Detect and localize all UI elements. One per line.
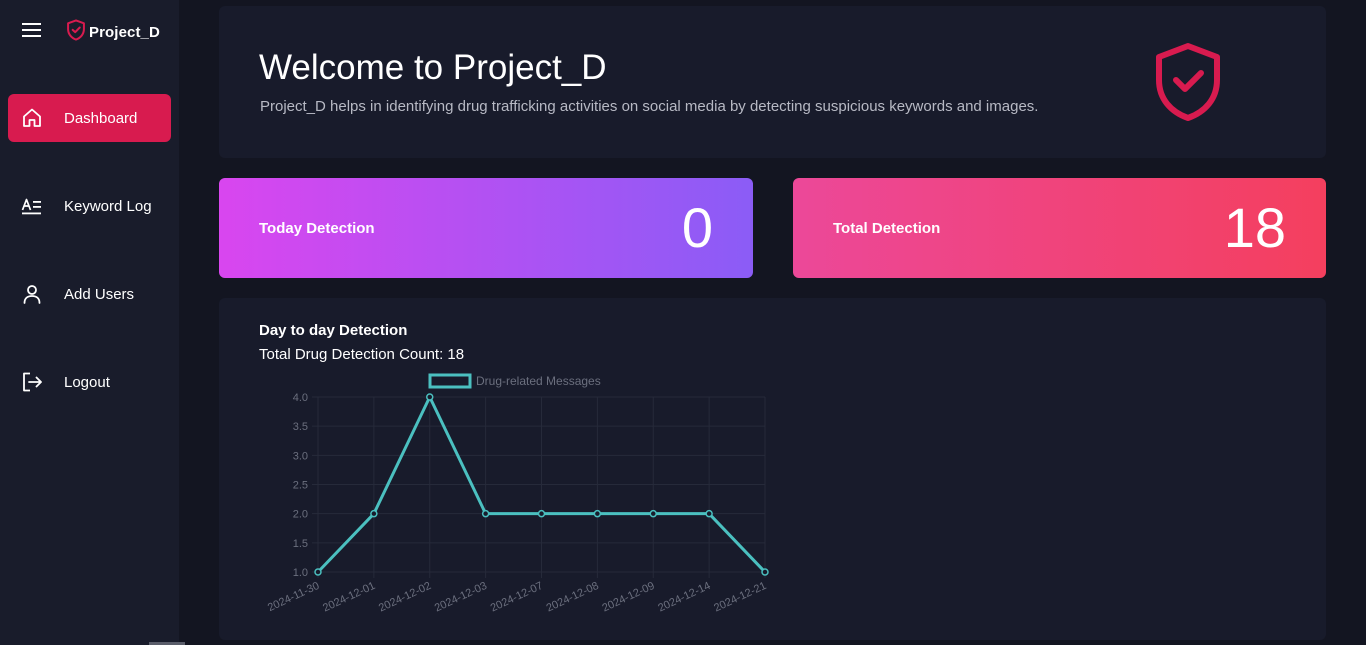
sidebar-item-label: Logout (64, 373, 110, 391)
welcome-card: Welcome to Project_D Project_D helps in … (219, 6, 1326, 158)
data-point (705, 509, 713, 518)
legend-label: Drug-related Messages (476, 374, 601, 388)
y-tick-label: 2.5 (293, 480, 308, 492)
x-tick-label: 2024-12-14 (656, 580, 712, 615)
logout-icon (20, 370, 44, 394)
today-detection-card: Today Detection 0 (219, 178, 753, 278)
legend-swatch (428, 373, 472, 389)
x-tick-label: 2024-12-03 (433, 580, 489, 615)
welcome-description: Project_D helps in identifying drug traf… (260, 98, 1039, 115)
user-icon (20, 282, 44, 306)
y-tick-label: 1.0 (293, 567, 308, 579)
data-point (370, 509, 378, 518)
sidebar-item-dashboard[interactable]: Dashboard (8, 94, 171, 142)
x-tick-label: 2024-12-08 (545, 580, 601, 615)
sidebar-item-label: Add Users (64, 285, 135, 303)
shield-check-icon (1154, 42, 1222, 122)
page-title: Welcome to Project_D (259, 48, 607, 87)
hamburger-menu-icon[interactable] (22, 21, 42, 39)
home-icon (20, 106, 44, 130)
sidebar: Project_D Dashboard Keyword Log Add User… (0, 0, 185, 645)
sidebar-item-label: Keyword Log (64, 197, 152, 215)
data-point (314, 568, 322, 576)
data-point (649, 509, 657, 518)
x-tick-label: 2024-12-07 (489, 580, 545, 615)
chart-card: Day to day Detection Total Drug Detectio… (219, 298, 1326, 640)
sidebar-item-label: Dashboard (64, 109, 138, 127)
y-tick-label: 4.0 (293, 392, 308, 404)
today-detection-value: 0 (681, 196, 713, 259)
text-lines-icon (20, 194, 44, 218)
x-tick-label: 2024-12-09 (600, 580, 656, 615)
sidebar-item-add-users[interactable]: Add Users (8, 270, 171, 318)
y-tick-label: 2.0 (293, 509, 308, 521)
x-tick-label: 2024-12-02 (377, 580, 433, 615)
data-point (761, 568, 769, 576)
sidebar-item-keyword-log[interactable]: Keyword Log (8, 182, 171, 230)
detection-line-chart: 1.01.52.02.53.03.54.02024-11-30 2024-12-0… (266, 373, 769, 615)
x-tick-label: 2024-12-21 (712, 580, 768, 615)
total-detection-label: Total Detection (833, 220, 941, 237)
y-tick-label: 3.5 (293, 421, 308, 433)
total-detection-value: 18 (1223, 196, 1286, 259)
brand-logo[interactable]: Project_D (66, 19, 160, 46)
y-tick-label: 3.0 (293, 450, 308, 462)
y-tick-label: 1.5 (293, 538, 308, 550)
x-tick-label: 2024-12-01 (321, 580, 377, 615)
today-detection-label: Today Detection (259, 220, 375, 237)
data-point (593, 509, 602, 518)
data-point (481, 509, 490, 518)
app-root: Project_D Dashboard Keyword Log Add User… (0, 0, 1366, 645)
x-tick-label: 2024-11-30 (266, 580, 321, 614)
data-point (426, 393, 434, 401)
sidebar-item-logout[interactable]: Logout (8, 358, 171, 406)
shield-logo-icon (66, 19, 86, 46)
data-point (537, 509, 546, 518)
total-detection-card: Total Detection 18 (793, 178, 1326, 278)
brand-name: Project_D (89, 24, 160, 41)
